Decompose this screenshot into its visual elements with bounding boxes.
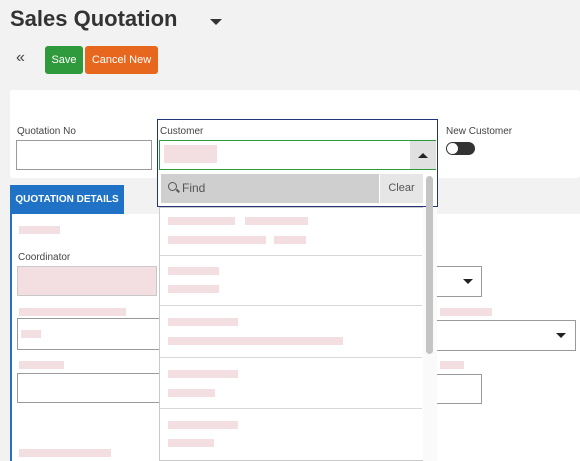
coordinator-input[interactable] (17, 266, 157, 296)
list-scrollbar-thumb[interactable] (426, 176, 433, 354)
customer-label: Customer (160, 126, 204, 137)
list-item[interactable] (160, 256, 422, 306)
list-item-detail-redacted (168, 439, 214, 447)
coordinator-label: Coordinator (18, 252, 71, 263)
find-placeholder: Find (182, 181, 206, 195)
list-item-name-redacted (168, 267, 219, 275)
quotation-no-label: Quotation No (17, 126, 76, 137)
save-button[interactable]: Save (45, 46, 83, 74)
chevron-down-icon-2 (556, 333, 566, 338)
list-item[interactable] (160, 306, 422, 358)
left-field-value-redacted (21, 330, 41, 338)
right-select-1[interactable] (436, 266, 482, 297)
new-customer-label: New Customer (446, 126, 513, 137)
customer-selected-value-redacted (164, 145, 217, 163)
cancel-new-button[interactable]: Cancel New (85, 46, 158, 74)
list-item-detail-redacted (274, 236, 306, 244)
list-item-name-redacted (168, 370, 238, 378)
chevron-down-icon (463, 279, 473, 284)
list-item[interactable] (160, 358, 422, 409)
right-input-3[interactable] (436, 374, 482, 404)
list-item-name-redacted (168, 318, 238, 326)
field-label-redacted-3 (19, 449, 111, 457)
right-label-redacted (440, 308, 492, 316)
right-select-2[interactable] (436, 320, 576, 351)
list-item-name-redacted (168, 421, 238, 429)
right-label-redacted-2 (440, 361, 464, 369)
left-field-input-2[interactable] (17, 373, 160, 403)
list-item-name-redacted (168, 217, 235, 225)
field-label-redacted-2 (19, 361, 64, 369)
clear-button[interactable]: Clear (380, 174, 423, 203)
list-item-name-redacted (245, 217, 308, 225)
list-item-detail-redacted (168, 236, 266, 244)
list-item-detail-redacted (168, 285, 219, 293)
section-heading-redacted (19, 226, 60, 234)
field-label-redacted (19, 308, 126, 316)
chevron-up-icon (418, 153, 428, 158)
toggle-knob (447, 143, 458, 154)
page-title: Sales Quotation (10, 6, 178, 31)
double-chevron-left-icon[interactable]: « (16, 50, 25, 66)
tab-quotation-details[interactable]: QUOTATION DETAILS (10, 185, 124, 215)
list-item[interactable] (160, 409, 422, 461)
list-item[interactable] (160, 207, 422, 256)
title-menu-chevron-down-icon[interactable] (210, 19, 222, 25)
quotation-no-input[interactable] (16, 140, 152, 170)
list-item-detail-redacted (168, 337, 343, 345)
list-item-detail-redacted (168, 389, 215, 397)
